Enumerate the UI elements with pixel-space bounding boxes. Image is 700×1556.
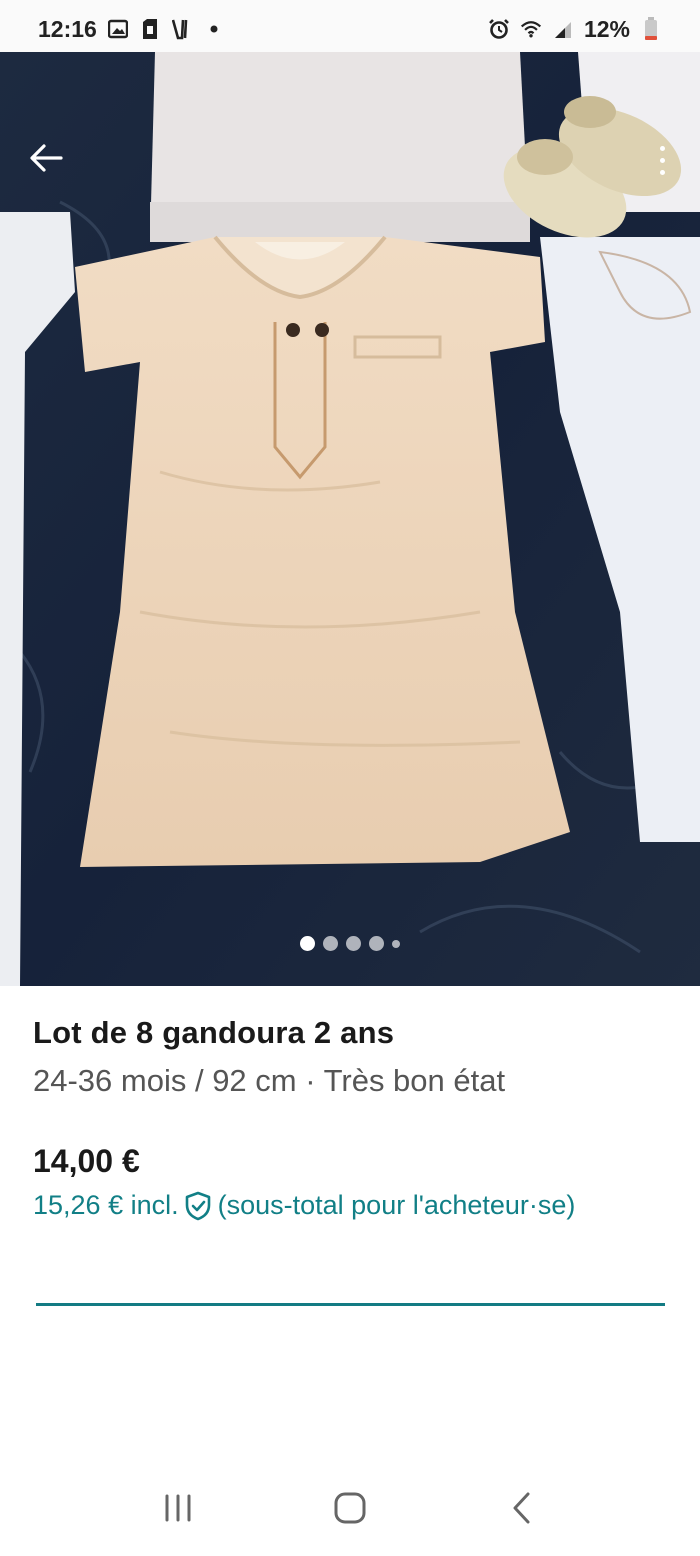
- product-photo[interactable]: [0, 52, 700, 986]
- back-icon: [513, 1492, 530, 1524]
- system-back-button[interactable]: [492, 1478, 552, 1538]
- status-bar: 12:16 12%: [0, 0, 700, 58]
- more-dot-icon: [659, 145, 665, 151]
- battery-percent: 12%: [583, 15, 630, 42]
- buyer-price-note: (sous-total pour l'acheteur·se): [217, 1190, 576, 1220]
- buyer-price-amount: 15,26 € incl.: [33, 1190, 179, 1220]
- carousel-dot[interactable]: [392, 939, 400, 948]
- carousel-dot[interactable]: [323, 936, 338, 951]
- divider: [36, 1303, 665, 1306]
- sim-icon: [139, 18, 161, 40]
- notification-dot-icon: [203, 18, 225, 40]
- wifi-icon: [520, 18, 542, 40]
- home-button[interactable]: [320, 1478, 380, 1538]
- status-time: 12:16: [38, 15, 97, 42]
- recent-apps-button[interactable]: [148, 1478, 208, 1538]
- status-left: 12:16: [38, 16, 225, 43]
- signal-icon: [552, 18, 574, 40]
- gallery-icon: [107, 18, 129, 40]
- product-image: [0, 52, 700, 986]
- carousel-dot[interactable]: [369, 936, 384, 951]
- carousel-dot[interactable]: [346, 936, 361, 951]
- more-dot-icon: [659, 169, 665, 175]
- back-button[interactable]: [20, 132, 72, 184]
- alarm-icon: [488, 18, 510, 40]
- recent-apps-icon: [165, 1494, 191, 1522]
- carousel-indicator: [0, 936, 700, 951]
- carousel-dot-active[interactable]: [300, 936, 315, 951]
- arrow-left-icon: [30, 144, 63, 172]
- listing-info: Lot de 8 gandoura 2 ans 24-36 mois / 92 …: [33, 1015, 673, 1221]
- more-dot-icon: [659, 157, 665, 163]
- more-options-button[interactable]: [650, 134, 674, 186]
- system-nav-bar: [0, 1460, 700, 1556]
- listing-details: 24-36 mois / 92 cm · Très bon état: [33, 1063, 506, 1098]
- buyer-price-line[interactable]: 15,26 € incl. (sous-total pour l'acheteu…: [33, 1190, 673, 1221]
- v-logo-icon: [171, 18, 193, 40]
- status-right: 12%: [488, 16, 662, 43]
- listing-price: 14,00 €: [33, 1143, 140, 1179]
- home-icon: [334, 1492, 366, 1524]
- shield-check-icon[interactable]: [184, 1191, 212, 1221]
- listing-title: Lot de 8 gandoura 2 ans: [33, 1015, 395, 1050]
- battery-icon: [640, 17, 662, 40]
